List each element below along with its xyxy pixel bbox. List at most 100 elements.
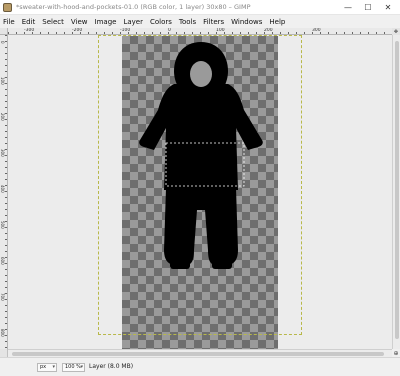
unit-dropdown[interactable]: px ▾ — [37, 363, 57, 372]
ruler-tick — [5, 269, 7, 270]
horizontal-scrollbar[interactable] — [8, 349, 392, 357]
ruler-label: -100 — [120, 28, 131, 33]
ruler-tick — [5, 167, 7, 168]
image-canvas[interactable] — [8, 35, 392, 349]
menu-edit[interactable]: Edit — [22, 18, 36, 26]
menu-filters[interactable]: Filters — [203, 18, 224, 26]
ruler-tick — [48, 32, 49, 34]
horizontal-scroll-thumb[interactable] — [12, 352, 384, 356]
window-title: *sweater-with-hood-and-pockets-01.0 (RGB… — [16, 3, 251, 11]
ruler-tick — [5, 299, 7, 300]
ruler-tick — [5, 107, 7, 108]
vertical-scroll-thumb[interactable] — [395, 41, 399, 339]
ruler-tick — [112, 32, 113, 34]
ruler-tick — [5, 101, 7, 102]
menu-file[interactable]: File — [3, 18, 15, 26]
navigate-icon[interactable]: ✥ — [392, 28, 400, 35]
ruler-tick — [5, 137, 7, 138]
ruler-tick — [5, 329, 7, 330]
close-button[interactable]: ✕ — [378, 0, 398, 14]
ruler-label: 500 — [0, 221, 5, 229]
ruler-tick — [5, 131, 7, 132]
zoom-fit-icon[interactable]: ⊕ — [392, 349, 400, 357]
ruler-tick — [192, 32, 193, 34]
ruler-tick — [5, 71, 7, 72]
ruler-tick — [5, 47, 7, 48]
ruler-label: -300 — [24, 28, 35, 33]
ruler-tick — [176, 32, 177, 34]
ruler-label: 300 — [312, 28, 321, 33]
ruler-tick — [5, 215, 7, 216]
maximize-button[interactable]: ☐ — [358, 0, 378, 14]
ruler-tick — [152, 32, 153, 34]
menu-view[interactable]: View — [71, 18, 88, 26]
ruler-tick — [5, 185, 7, 186]
ruler-label: 200 — [0, 113, 5, 121]
ruler-tick — [208, 32, 209, 34]
ruler-tick — [5, 293, 7, 294]
status-message: Layer (8.0 MB) — [89, 363, 134, 370]
ruler-label: 100 — [216, 28, 225, 33]
ruler-tick — [56, 32, 57, 34]
minimize-button[interactable]: — — [338, 0, 358, 14]
menu-image[interactable]: Image — [95, 18, 117, 26]
ruler-tick — [5, 197, 7, 198]
ruler-tick — [5, 191, 7, 192]
ruler-tick — [5, 179, 7, 180]
ruler-label: 0 — [168, 28, 171, 33]
ruler-tick — [384, 32, 385, 34]
ruler-label: -200 — [72, 28, 83, 33]
ruler-tick — [5, 65, 7, 66]
title-bar: *sweater-with-hood-and-pockets-01.0 (RGB… — [0, 0, 400, 15]
ruler-tick — [5, 173, 7, 174]
ruler-tick — [96, 32, 97, 34]
ruler-tick — [5, 311, 7, 312]
ruler-corner[interactable] — [0, 28, 8, 35]
quick-mask-toggle[interactable] — [0, 349, 8, 357]
ruler-tick — [5, 251, 7, 252]
ruler-label: 200 — [264, 28, 273, 33]
ruler-tick — [5, 341, 7, 342]
ruler-tick — [296, 32, 297, 34]
ruler-tick — [360, 32, 361, 34]
vertical-ruler[interactable]: 0 100 200 300 400 500 600 700 800 — [0, 35, 8, 349]
ruler-tick — [5, 209, 7, 210]
ruler-tick — [5, 95, 7, 96]
menu-colors[interactable]: Colors — [150, 18, 172, 26]
ruler-tick — [5, 59, 7, 60]
ruler-tick — [376, 32, 377, 34]
menu-windows[interactable]: Windows — [231, 18, 262, 26]
zoom-dropdown[interactable]: 100 % ▾ — [62, 363, 85, 372]
ruler-tick — [256, 32, 257, 34]
ruler-tick — [5, 125, 7, 126]
ruler-tick — [232, 32, 233, 34]
menu-tools[interactable]: Tools — [179, 18, 196, 26]
ruler-tick — [5, 257, 7, 258]
ruler-tick — [5, 143, 7, 144]
ruler-tick — [5, 53, 7, 54]
menu-select[interactable]: Select — [42, 18, 64, 26]
ruler-tick — [5, 35, 7, 36]
ruler-tick — [5, 233, 7, 234]
ruler-label: 800 — [0, 329, 5, 337]
ruler-label: 300 — [0, 149, 5, 157]
menu-layer[interactable]: Layer — [123, 18, 143, 26]
ruler-tick — [64, 32, 65, 34]
chevron-down-icon: ▾ — [52, 364, 55, 370]
ruler-tick — [5, 287, 7, 288]
ruler-tick — [288, 32, 289, 34]
sweater-silhouette — [139, 42, 263, 269]
horizontal-ruler[interactable]: -300 -200 -100 0 100 200 300 — [8, 28, 392, 35]
ruler-tick — [5, 89, 7, 90]
ruler-tick — [200, 32, 201, 34]
ruler-tick — [104, 32, 105, 34]
menu-help[interactable]: Help — [269, 18, 285, 26]
ruler-tick — [336, 32, 337, 34]
ruler-tick — [160, 32, 161, 34]
vertical-scrollbar[interactable] — [392, 35, 400, 349]
ruler-tick — [240, 32, 241, 34]
ruler-tick — [5, 317, 7, 318]
ruler-tick — [344, 32, 345, 34]
ruler-tick — [5, 155, 7, 156]
ruler-tick — [8, 32, 9, 34]
